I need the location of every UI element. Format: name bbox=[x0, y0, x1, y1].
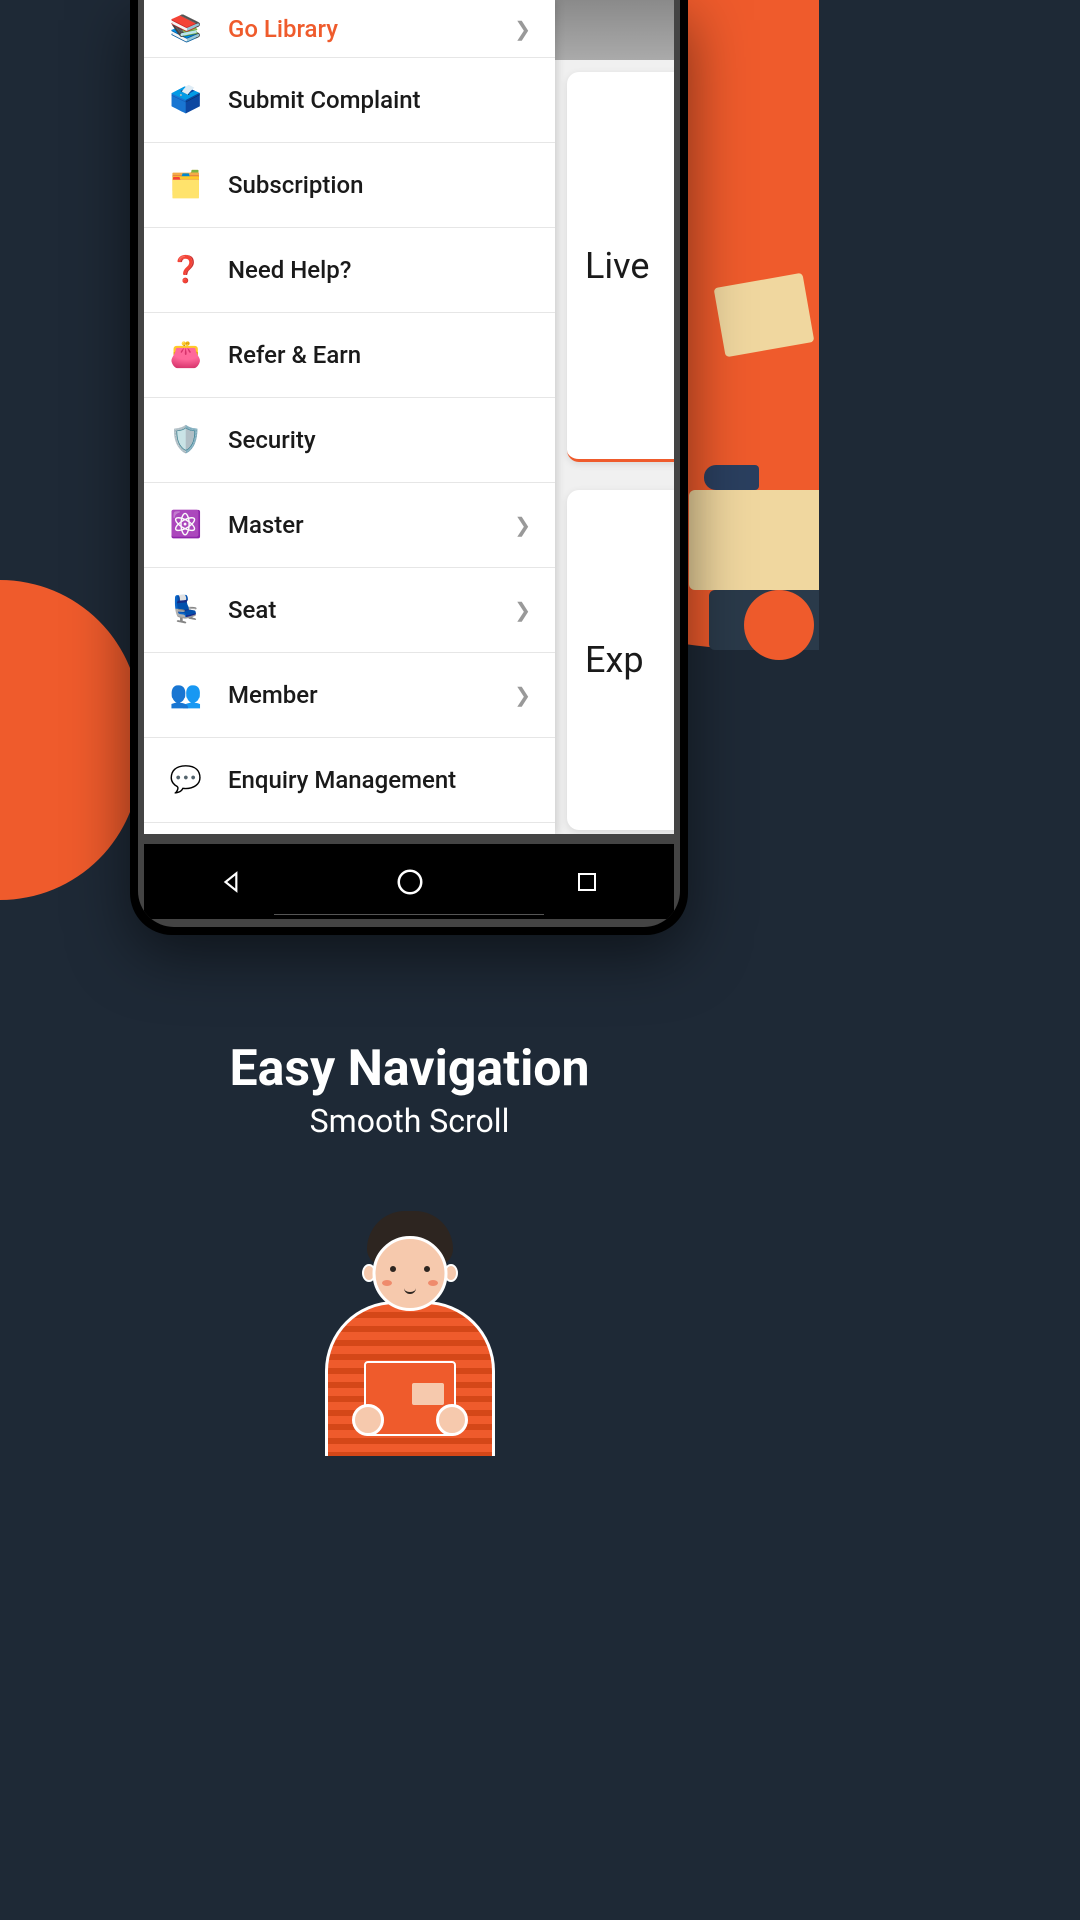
card-label: Live bbox=[585, 245, 649, 287]
subscription-icon: 🗂️ bbox=[168, 167, 204, 203]
sidebar-item-label: Go Library bbox=[228, 15, 514, 43]
sidebar-item-submit-complaint[interactable]: 🗳️ Submit Complaint bbox=[144, 58, 555, 143]
caption: Easy Navigation Smooth Scroll bbox=[0, 1040, 819, 1140]
sidebar-item-label: Submit Complaint bbox=[228, 86, 531, 114]
illustration-reader-top bbox=[669, 200, 819, 650]
complaint-icon: 🗳️ bbox=[168, 82, 204, 118]
sidebar-item-go-library[interactable]: 📚 Go Library ❯ bbox=[144, 0, 555, 58]
sidebar-item-member[interactable]: 👥 Member ❯ bbox=[144, 653, 555, 738]
navigation-drawer[interactable]: 📚 Go Library ❯ 🗳️ Submit Complaint 🗂️ Su… bbox=[144, 0, 555, 834]
content-card-exp[interactable]: Exp bbox=[567, 490, 674, 830]
android-nav-bar bbox=[144, 844, 674, 919]
chevron-right-icon: ❯ bbox=[514, 17, 531, 41]
caption-title: Easy Navigation bbox=[0, 1040, 819, 1098]
sidebar-item-label: Security bbox=[228, 426, 531, 454]
sidebar-item-label: Master bbox=[228, 511, 514, 539]
sidebar-item-master[interactable]: ⚛️ Master ❯ bbox=[144, 483, 555, 568]
main-content-overlay: Live Exp bbox=[555, 0, 674, 834]
sidebar-item-seat[interactable]: 💺 Seat ❯ bbox=[144, 568, 555, 653]
sidebar-item-label: Member bbox=[228, 681, 514, 709]
nav-home-button[interactable] bbox=[395, 867, 425, 897]
enquiry-icon: 💬 bbox=[168, 762, 204, 798]
sidebar-item-security[interactable]: 🛡️ Security bbox=[144, 398, 555, 483]
nav-back-button[interactable] bbox=[219, 869, 245, 895]
sidebar-item-label: Refer & Earn bbox=[228, 341, 531, 369]
member-icon: 👥 bbox=[168, 677, 204, 713]
sidebar-item-label: Subscription bbox=[228, 171, 531, 199]
chevron-right-icon: ❯ bbox=[514, 513, 531, 537]
sidebar-item-enquiry-management[interactable]: 💬 Enquiry Management bbox=[144, 738, 555, 823]
help-icon: ❓ bbox=[168, 252, 204, 288]
phone-frame: 📚 Go Library ❯ 🗳️ Submit Complaint 🗂️ Su… bbox=[130, 0, 688, 935]
header-image bbox=[555, 0, 674, 60]
chevron-right-icon: ❯ bbox=[514, 683, 531, 707]
card-label: Exp bbox=[585, 639, 644, 681]
sidebar-item-label: Seat bbox=[228, 596, 514, 624]
shield-icon: 🛡️ bbox=[168, 422, 204, 458]
phone-screen: 📚 Go Library ❯ 🗳️ Submit Complaint 🗂️ Su… bbox=[144, 0, 674, 834]
nav-recent-button[interactable] bbox=[575, 870, 599, 894]
sidebar-item-refer-earn[interactable]: 👛 Refer & Earn bbox=[144, 313, 555, 398]
sidebar-item-need-help[interactable]: ❓ Need Help? bbox=[144, 228, 555, 313]
bg-orange-left bbox=[0, 580, 140, 900]
master-icon: ⚛️ bbox=[168, 507, 204, 543]
sidebar-item-label: Enquiry Management bbox=[228, 766, 531, 794]
seat-icon: 💺 bbox=[168, 592, 204, 628]
content-card-live[interactable]: Live bbox=[567, 72, 674, 462]
sidebar-item-label: Need Help? bbox=[228, 256, 531, 284]
sidebar-item-subscription[interactable]: 🗂️ Subscription bbox=[144, 143, 555, 228]
caption-subtitle: Smooth Scroll bbox=[0, 1102, 819, 1140]
chevron-right-icon: ❯ bbox=[514, 598, 531, 622]
illustration-character-bottom bbox=[290, 1206, 530, 1456]
wallet-icon: 👛 bbox=[168, 337, 204, 373]
books-icon: 📚 bbox=[168, 11, 204, 47]
